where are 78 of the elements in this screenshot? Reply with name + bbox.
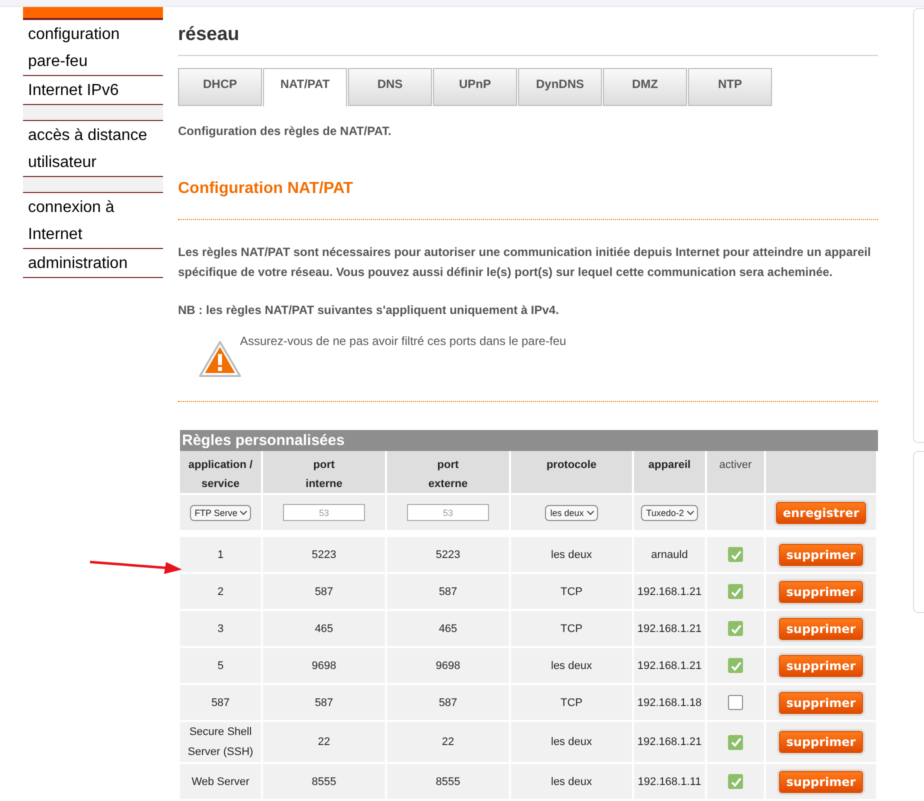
table-cell: 192.168.1.21 <box>634 574 707 611</box>
checkbox[interactable] <box>728 695 743 710</box>
table-cell: 5223 <box>263 537 387 574</box>
service-dropdown[interactable]: FTP Serve <box>190 504 252 520</box>
tab[interactable]: NAT/PAT <box>263 68 347 107</box>
table-cell: 465 <box>263 611 387 648</box>
table-cell: 192.168.1.11 <box>634 764 707 801</box>
delete-button[interactable]: supprimer <box>779 731 863 753</box>
table-cell: 192.168.1.21 <box>634 722 707 764</box>
table-cell: 3 <box>180 611 263 648</box>
table-cell: 22 <box>263 722 387 764</box>
table-cell: 587 <box>387 685 511 722</box>
description-text: Les règles NAT/PAT sont nécessaires pour autoriser une communication initiée depuis Internet pour atteindre un appareil spécifique de votre réseau. Vous pouvez aussi définir le(s) port(s) sur lequel cette communication sera acheminée. <box>178 244 872 281</box>
table-cell: 9698 <box>263 648 387 685</box>
table-cell: TCP <box>511 685 634 722</box>
save-button[interactable]: enregistrer <box>776 502 866 524</box>
table-cell: 587 <box>263 685 387 722</box>
note-text: NB : les règles NAT/PAT suivantes s'appliquent uniquement à IPv4. <box>178 302 560 319</box>
table-cell: arnauld <box>634 537 707 574</box>
table-cell: 2 <box>180 574 263 611</box>
tab[interactable]: UPnP <box>433 68 517 106</box>
column-header: port externe <box>387 451 511 493</box>
delete-button[interactable]: supprimer <box>779 618 863 640</box>
section-title: Configuration NAT/PAT <box>178 180 354 198</box>
column-header: application / service <box>180 451 263 493</box>
delete-button[interactable]: supprimer <box>779 580 863 602</box>
sidebar-item[interactable]: configuration pare-feu <box>23 20 163 76</box>
external-port-field[interactable]: 53 <box>407 504 489 521</box>
column-header: activer <box>707 451 766 493</box>
checkbox[interactable] <box>728 734 743 750</box>
sidebar-item[interactable]: administration <box>23 249 163 278</box>
table-cell: 8555 <box>387 764 511 801</box>
checkbox[interactable] <box>728 658 743 673</box>
checkbox[interactable] <box>728 584 743 599</box>
table-cell: 1 <box>180 537 263 574</box>
table-cell: 5 <box>180 648 263 685</box>
table-cell: 465 <box>387 611 511 648</box>
table-cell: 9698 <box>387 648 511 685</box>
table-cell: 192.168.1.21 <box>634 648 707 685</box>
warning-icon <box>198 340 242 380</box>
table-cell: les deux <box>511 648 634 685</box>
tab[interactable]: DNS <box>348 68 432 106</box>
delete-button[interactable]: supprimer <box>779 654 863 676</box>
checkbox[interactable] <box>728 547 743 562</box>
checkbox[interactable] <box>728 774 743 789</box>
table-cell: Secure Shell Server (SSH) <box>180 722 263 764</box>
table-cell: Web Server <box>180 764 263 801</box>
table-cell: 5223 <box>387 537 511 574</box>
protocol-dropdown[interactable]: les deux <box>545 504 598 520</box>
table-cell: les deux <box>511 537 634 574</box>
delete-button[interactable]: supprimer <box>779 692 863 714</box>
warning-text: Assurez-vous de ne pas avoir filtré ces ports dans le pare-feu <box>240 334 566 348</box>
table-cell: 22 <box>387 722 511 764</box>
column-header: port interne <box>263 451 387 493</box>
checkbox[interactable] <box>728 621 743 636</box>
table-title: Règles personnalisées <box>180 430 878 451</box>
tab[interactable]: NTP <box>688 68 772 106</box>
table-cell: 192.168.1.18 <box>634 685 707 722</box>
internal-port-field[interactable]: 53 <box>283 504 365 521</box>
table-cell: 8555 <box>263 764 387 801</box>
delete-button[interactable]: supprimer <box>779 544 863 566</box>
tab[interactable]: DHCP <box>178 68 262 106</box>
column-header: appareil <box>634 451 707 493</box>
delete-button[interactable]: supprimer <box>779 770 863 792</box>
table-cell: TCP <box>511 611 634 648</box>
tab[interactable]: DMZ <box>603 68 687 106</box>
table-cell: les deux <box>511 722 634 764</box>
tab[interactable]: DynDNS <box>518 68 602 106</box>
table-cell: les deux <box>511 764 634 801</box>
device-dropdown[interactable]: Tuxedo-2 <box>641 504 698 520</box>
table-cell: 192.168.1.21 <box>634 611 707 648</box>
table-cell: 587 <box>263 574 387 611</box>
table-cell: TCP <box>511 574 634 611</box>
intro-text: Configuration des règles de NAT/PAT. <box>178 124 392 138</box>
table-cell: 587 <box>387 574 511 611</box>
page-title: réseau <box>178 24 878 56</box>
column-header: protocole <box>511 451 634 493</box>
table-cell: 587 <box>180 685 263 722</box>
